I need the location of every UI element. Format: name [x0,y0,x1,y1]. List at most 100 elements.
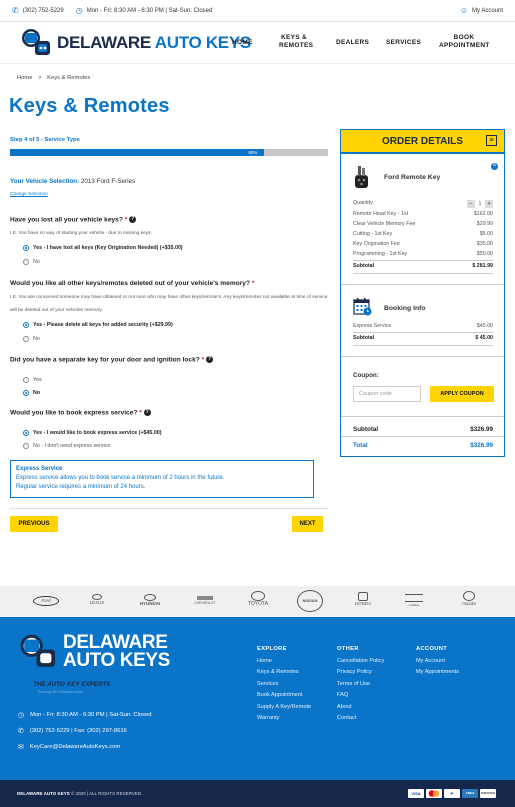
nav-dealers[interactable]: DEALERS [336,39,369,47]
option-express-no[interactable]: No - I don't need express service [23,443,110,449]
option-label: Yes [33,377,42,383]
footer-link[interactable]: My Account [416,656,459,668]
radio-checked[interactable] [23,322,29,328]
footer-link[interactable]: About [337,702,384,714]
option-label: Yes - I have lost all keys (Key Originat… [33,245,183,251]
help-icon[interactable]: ? [129,216,137,223]
clock-icon: ◷ [18,712,25,719]
footer-hours: ◷ Mon - Fri: 8:30 AM - 6:30 PM | Sat-Sun:… [18,711,151,719]
copyright-notice: © 2020 | ALL RIGHTS RESERVED. [69,791,143,796]
brand-label: Cadillac [408,603,420,607]
nav-book-appointment[interactable]: BOOK APPOINTMENT [439,34,489,50]
honda-logo: HONDA [350,592,376,606]
chevron-right-icon: > [38,75,42,81]
footer-link[interactable]: Book Appointment [257,690,311,702]
radio-unchecked[interactable] [23,336,29,342]
footer-link[interactable]: Terms of Use [337,679,384,691]
footer-link[interactable]: Services [257,679,311,691]
my-account-text: My Account [471,7,503,14]
subtotal-label: Subtotal [353,335,375,341]
booking-subtotal-value: $ 45.00 [475,335,493,341]
previous-button[interactable]: PREVIOUS [10,516,58,532]
footer-word-b: AUTO KEYS [63,650,170,671]
footer-link[interactable]: Supply A Key/Remote [257,702,311,714]
nav-home[interactable]: HOME [232,39,253,47]
radio-checked[interactable] [23,390,29,396]
radio-checked[interactable] [23,430,29,436]
footer-link[interactable]: Contact [337,713,384,725]
footer-phone[interactable]: ✆ (302) 752-5229 | Fax: (302) 297-8616 [18,727,127,735]
help-icon[interactable]: ? [143,409,151,416]
help-icon[interactable]: ? [206,356,214,363]
quantity-row: Quantity − 1 + [353,200,493,208]
order-line: Programming - 1st Key $50.00 [353,251,493,257]
logo-word-a: DELAWARE [57,33,151,52]
total-row: Total $326.99 [353,442,493,449]
breadcrumb-home[interactable]: Home [17,75,32,81]
next-button[interactable]: NEXT [292,516,323,532]
radio-unchecked[interactable] [23,443,29,449]
my-account-link[interactable]: ☺ My Account [460,6,503,15]
radio-unchecked[interactable] [23,259,29,265]
remove-item-icon[interactable]: × [491,163,498,170]
plus-button[interactable]: + [485,200,493,208]
option-express-yes[interactable]: Yes - I would like to book express servi… [23,430,162,436]
line-value: $5.00 [479,231,493,237]
line-value: $162.00 [473,211,493,217]
option-delete-keys-yes[interactable]: Yes - Please delete all keys for added s… [23,322,173,328]
keys-logo-icon [20,27,54,59]
menu-icon[interactable]: ≡ [486,135,497,146]
footer-link[interactable]: My Appointments [416,667,459,679]
brand-label: mazda [462,601,476,606]
radio-checked[interactable] [23,245,29,251]
footer-phone-text: (302) 752-5229 | Fax: (302) 297-8616 [29,728,127,734]
radio-unchecked[interactable] [23,377,29,383]
nissan-logo: NISSAN [297,590,323,612]
nav-services[interactable]: SERVICES [386,39,421,47]
question-text: Would you like all other keys/remotes de… [10,280,250,287]
footer-link[interactable]: Home [257,656,311,668]
footer-explore-column: EXPLORE Home Keys & Remotes Services Boo… [257,644,311,725]
divider [353,273,493,274]
calendar-icon [353,297,372,316]
footer-link[interactable]: Privacy Policy [337,667,384,679]
footer-wordmark: DELAWARE AUTO KEYS [63,633,170,671]
footer-link[interactable]: Keys & Remotes [257,667,311,679]
site-logo[interactable]: DELAWARE AUTO KEYS [20,27,251,59]
option-label: No [33,336,40,342]
question-text: Did you have a separate key for your doo… [10,356,200,364]
option-lost-keys-no[interactable]: No [23,259,40,265]
subtotal-label: Subtotal [353,263,375,269]
line-value: $50.00 [476,251,493,257]
apply-coupon-button[interactable]: APPLY COUPON [430,386,494,402]
topbar-phone-text: (302) 752-5229 [22,7,64,14]
amex-card-icon: AMEX [462,789,478,798]
option-delete-keys-no[interactable]: No [23,336,40,342]
lexus-logo: LEXUS [84,594,110,605]
topbar-phone[interactable]: ✆ (302) 752-5229 [12,6,64,15]
nav-keys-remotes[interactable]: KEYS & REMOTES [279,34,313,50]
option-lost-keys-yes[interactable]: Yes - I have lost all keys (Key Originat… [23,245,183,251]
change-selection-link[interactable]: Change Selection [10,192,48,197]
footer-email[interactable]: ✉ KeyCare@DelawareAutoKeys.com [18,743,120,751]
footer-link[interactable]: Cancellation Policy [337,656,384,668]
footer-link[interactable]: FAQ [337,690,384,702]
minus-button[interactable]: − [467,200,475,208]
option-label: Yes - I would like to book express servi… [33,430,162,436]
order-line: Remote Head Key - 1st $162.00 [353,211,493,217]
quantity-label: Quantity [353,200,373,206]
copyright-brand: DELAWARE AUTO KEYS [17,791,70,796]
envelope-icon: ✉ [18,744,24,751]
required-mark: * [139,409,142,417]
order-line: Clear Vehicle Memory Fee $29.99 [353,221,493,227]
footer-logo[interactable]: DELAWARE AUTO KEYS [18,632,170,672]
quantity-stepper[interactable]: − 1 + [467,200,493,208]
question-text: Have you lost all your vehicle keys? [10,216,123,224]
question-delete-keys: Would you like all other keys/remotes de… [10,280,254,287]
coupon-input[interactable]: Coupon code [353,386,421,402]
step-label: Step 4 of 5 - Service Type [10,137,80,143]
option-separate-key-no[interactable]: No [23,390,40,396]
footer-link[interactable]: Warranty [257,713,311,725]
copyright-bar: DELAWARE AUTO KEYS © 2020 | ALL RIGHTS R… [0,780,515,807]
option-separate-key-yes[interactable]: Yes [23,377,42,383]
